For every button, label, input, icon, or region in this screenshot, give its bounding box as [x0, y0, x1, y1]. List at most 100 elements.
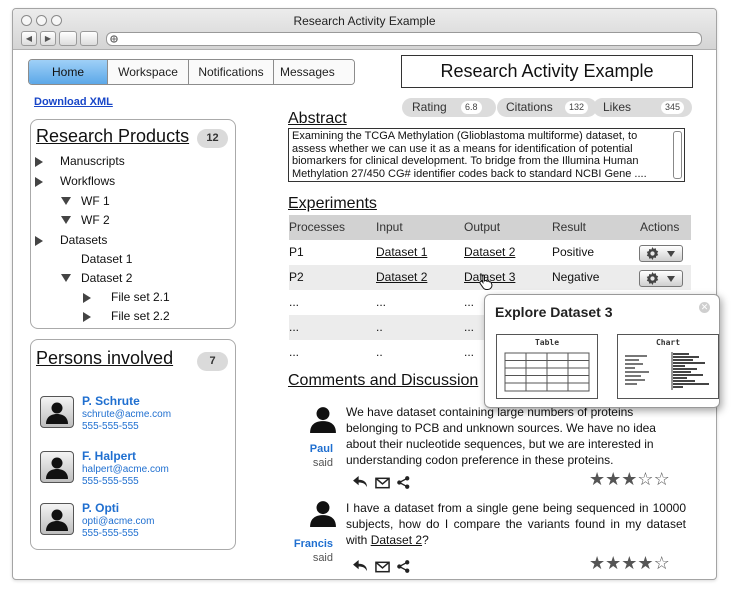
rating-pill: Rating 6.8 — [402, 98, 496, 117]
tab-home[interactable]: Home — [29, 60, 108, 84]
comment-rating[interactable]: ★★★☆☆ — [589, 469, 670, 490]
process-cell: ... — [289, 320, 300, 334]
forward-button[interactable]: ▶ — [40, 31, 56, 46]
comment-actions — [353, 476, 410, 489]
person-email[interactable]: schrute@acme.com — [82, 409, 171, 420]
tab-workspace[interactable]: Workspace — [108, 60, 189, 84]
dataset-link[interactable]: Dataset 2 — [371, 533, 422, 547]
citations-pill: Citations 132 — [497, 98, 597, 117]
rating-star[interactable]: ☆ — [637, 469, 653, 489]
rating-value: 6.8 — [461, 101, 482, 114]
mail-icon[interactable] — [375, 477, 390, 489]
user-silhouette-icon — [46, 402, 68, 424]
person-email[interactable]: opti@acme.com — [82, 516, 154, 527]
comments-title: Comments and Discussion — [288, 372, 479, 389]
comment-said: said — [312, 457, 333, 469]
table-view-label: Table — [534, 338, 560, 347]
collapse-arrow-icon[interactable] — [61, 274, 71, 282]
person-name[interactable]: F. Halpert — [82, 449, 136, 463]
globe-icon — [110, 35, 118, 43]
comment-author[interactable]: Francis — [287, 538, 333, 550]
rating-star[interactable]: ★ — [589, 553, 605, 573]
column-header: Actions — [640, 220, 680, 234]
output-link[interactable]: Dataset 2 — [464, 240, 515, 265]
expand-arrow-icon[interactable] — [35, 177, 43, 187]
popup-title: Explore Dataset 3 — [495, 304, 613, 320]
actions-dropdown-button[interactable] — [639, 270, 683, 287]
tab-notifications[interactable]: Notifications — [189, 60, 274, 84]
rating-star[interactable]: ★ — [605, 553, 621, 573]
rating-star[interactable]: ★ — [637, 553, 653, 573]
collapse-arrow-icon[interactable] — [61, 197, 71, 205]
person-phone: 555-555-555 — [82, 528, 139, 539]
rating-star[interactable]: ★ — [621, 469, 637, 489]
comment-rating[interactable]: ★★★★☆ — [589, 553, 670, 574]
page-content: Home Workspace Notifications Messages Re… — [13, 50, 720, 579]
reply-icon[interactable] — [353, 476, 368, 489]
window-title: Research Activity Example — [293, 14, 436, 28]
collapse-arrow-icon[interactable] — [61, 216, 71, 224]
abstract-title: Abstract — [288, 110, 347, 127]
close-icon[interactable]: ✕ — [699, 302, 710, 313]
mail-icon[interactable] — [375, 561, 390, 573]
rating-star[interactable]: ☆ — [654, 469, 670, 489]
expand-arrow-icon[interactable] — [35, 236, 43, 246]
download-xml-link[interactable]: Download XML — [34, 96, 113, 108]
user-silhouette-icon — [310, 501, 336, 527]
hand-cursor-icon — [479, 274, 493, 290]
person-name[interactable]: P. Schrute — [82, 394, 140, 408]
column-header: Result — [552, 220, 587, 234]
rating-label: Rating — [412, 100, 447, 114]
page-title: Research Activity Example — [401, 55, 693, 88]
expand-arrow-icon[interactable] — [83, 312, 91, 322]
gear-icon — [646, 247, 659, 260]
user-silhouette-icon — [46, 457, 68, 479]
table-view-option[interactable]: Table — [496, 334, 598, 399]
likes-value: 345 — [661, 101, 685, 114]
reload-button[interactable] — [59, 31, 77, 46]
comment-author[interactable]: Paul — [297, 443, 333, 455]
research-products-panel: Research Products 12 Manuscripts Workflo… — [30, 119, 236, 329]
process-cell: ... — [289, 295, 300, 309]
browser-window: Research Activity Example ◀ ▶ Home Works… — [12, 8, 720, 580]
table-header-row: Processes Input Output Result Actions — [289, 215, 691, 240]
url-bar[interactable] — [106, 32, 702, 46]
result-cell: Positive — [552, 245, 595, 259]
citations-label: Citations — [506, 100, 553, 114]
comment-said: said — [312, 552, 333, 564]
actions-dropdown-button[interactable] — [639, 245, 683, 262]
share-icon[interactable] — [397, 476, 410, 489]
expand-arrow-icon[interactable] — [83, 293, 91, 303]
input-cell: ... — [376, 295, 387, 309]
process-cell: ... — [289, 345, 300, 359]
avatar — [40, 503, 74, 535]
input-link[interactable]: Dataset 1 — [376, 240, 427, 265]
chart-thumbnail-icon — [625, 352, 709, 390]
rating-star[interactable]: ★ — [605, 469, 621, 489]
input-cell: .. — [376, 320, 383, 334]
abstract-text-area[interactable]: Examining the TCGA Methylation (Glioblas… — [288, 128, 685, 182]
tab-messages[interactable]: Messages — [274, 60, 354, 84]
home-button[interactable] — [80, 31, 98, 46]
reply-icon[interactable] — [353, 560, 368, 573]
avatar — [40, 451, 74, 483]
column-header: Processes — [289, 220, 346, 234]
person-phone: 555-555-555 — [82, 476, 139, 487]
abstract-scrollbar[interactable] — [673, 131, 682, 179]
rating-star[interactable]: ★ — [589, 469, 605, 489]
input-link[interactable]: Dataset 2 — [376, 265, 427, 290]
chart-view-option[interactable]: Chart — [617, 334, 719, 399]
person-name[interactable]: P. Opti — [82, 501, 119, 515]
rating-star[interactable]: ☆ — [654, 553, 670, 573]
share-icon[interactable] — [397, 560, 410, 573]
expand-arrow-icon[interactable] — [35, 157, 43, 167]
person-email[interactable]: halpert@acme.com — [82, 464, 169, 475]
comment-actions — [353, 560, 410, 573]
process-cell: P2 — [289, 270, 304, 284]
explore-dataset-popup: Explore Dataset 3 ✕ Table Chart — [484, 294, 720, 408]
output-cell: ... — [464, 345, 475, 359]
back-button[interactable]: ◀ — [21, 31, 37, 46]
experiments-title: Experiments — [288, 195, 377, 212]
rating-star[interactable]: ★ — [621, 553, 637, 573]
process-cell: P1 — [289, 245, 304, 259]
